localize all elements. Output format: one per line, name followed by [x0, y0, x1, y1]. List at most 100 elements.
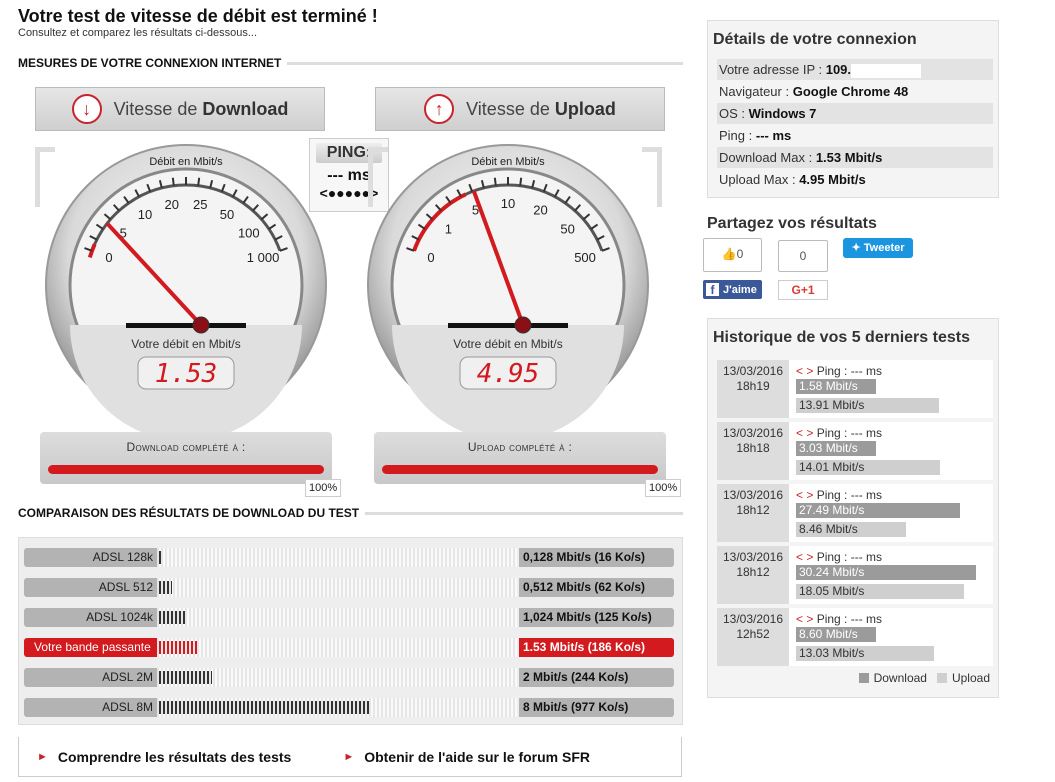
detail-value: --- ms — [755, 128, 792, 143]
arrow-down-icon: ↓ — [71, 94, 102, 124]
download-dial: 051020 25501001 000Débit en Mbit/sVotre d… — [45, 144, 327, 435]
comparison-value: 0,512 Mbit/s (62 Ko/s) — [519, 578, 674, 597]
comparison-value: 2 Mbit/s (244 Ko/s) — [519, 668, 674, 687]
dial-tick — [171, 177, 175, 186]
comparison-value: 8 Mbit/s (977 Ko/s) — [519, 698, 674, 717]
dial-tick-label: 1 — [445, 222, 452, 237]
download-progress-percent: 100% — [305, 479, 342, 497]
dial-tick-label: 50 — [220, 207, 234, 222]
facebook-like-button[interactable]: f J'aime — [703, 280, 762, 299]
dial-hub-bar — [448, 323, 568, 328]
dial-tick-label: 1 000 — [247, 250, 280, 265]
history-entry: 13/03/2016 18h12 < > Ping : --- ms 30.24 Mb… — [717, 546, 993, 604]
history-ping-text: Ping : --- ms — [816, 612, 883, 626]
upload-header: ↑ Vitesse de Upload — [375, 87, 665, 131]
comparison-track — [157, 638, 517, 657]
history-date-time: 18h12 — [736, 503, 770, 517]
history-ping-text: Ping : --- ms — [816, 488, 883, 502]
detail-value: Windows 7 — [748, 106, 817, 121]
ping-arrows-icon: < > — [796, 612, 814, 626]
comparison-track — [157, 578, 517, 597]
upload-label-bold: Upload — [554, 98, 616, 119]
history-legend: Download Upload — [849, 671, 990, 685]
history-ping: < > Ping : --- ms — [796, 488, 882, 502]
gplus-button[interactable]: G+1 — [778, 280, 828, 300]
gplus-count: 0 — [799, 249, 807, 263]
comparison-label: ADSL 128k — [24, 548, 157, 567]
detail-row: Votre adresse IP : 109. — [717, 59, 993, 80]
download-label-bold: Download — [202, 98, 289, 119]
detail-row: Navigateur : Google Chrome 48 — [717, 81, 993, 102]
history-ping: < > Ping : --- ms — [796, 426, 882, 440]
history-upload-bar: 14.01 Mbit/s — [796, 460, 940, 475]
history-download-bar: 8.60 Mbit/s — [796, 627, 876, 642]
forum-help-link[interactable]: Obtenir de l'aide sur le forum SFR — [364, 749, 590, 765]
chevron-right-icon: ► — [37, 750, 48, 763]
dial-tick — [493, 177, 497, 186]
upload-dial: 015 10 2050500Débit en Mbit/sVotre débit e… — [367, 144, 649, 435]
comparison-row: ADSL 128k 0,128 Mbit/s (16 Ko/s) — [24, 548, 674, 567]
understand-results-link[interactable]: Comprendre les résultats des tests — [58, 749, 291, 765]
chevron-right-icon: ► — [343, 750, 355, 763]
comparison-value: 1.53 Mbit/s (186 Ko/s) — [519, 638, 674, 657]
share-title: Partagez vos résultats — [707, 215, 877, 232]
dial-tick-label: 20 — [165, 197, 179, 212]
detail-label: OS : — [719, 106, 749, 121]
history-date: 13/03/2016 18h18 — [717, 422, 789, 480]
history-date-time: 12h52 — [736, 627, 770, 641]
history-date-day: 13/03/2016 — [722, 612, 784, 626]
like-count-box: 👍0 — [703, 238, 762, 272]
dial-needle-hub — [192, 316, 210, 334]
comparison-row: ADSL 1024k 1,024 Mbit/s (125 Ko/s) — [24, 608, 674, 627]
dial-tick-label: 100 — [238, 225, 260, 240]
history-entry: 13/03/2016 18h12 < > Ping : --- ms 27.49 Mb… — [717, 484, 993, 542]
download-header: ↓ Vitesse de Download — [35, 87, 325, 131]
ping-arrows-icon: < > — [796, 426, 814, 440]
dial-tick — [197, 177, 201, 186]
detail-label: Download Max : — [719, 150, 816, 165]
history-date: 13/03/2016 18h19 — [717, 360, 789, 418]
detail-value: 1.53 Mbit/s — [815, 150, 883, 165]
dial-hub-bar — [126, 323, 246, 328]
upload-label-prefix: Vitesse de — [466, 98, 550, 119]
page-title: Votre test de vitesse de débit est termi… — [18, 6, 378, 26]
dial-tick-label: 500 — [574, 250, 596, 265]
tweet-button[interactable]: ✦ Tweeter — [843, 238, 913, 258]
download-gauge-panel: ↓ Vitesse de Download 0 5 10 20 25 50 100 1 000 D… — [20, 87, 350, 484]
comparison-row: ADSL 512 0,512 Mbit/s (62 Ko/s) — [24, 578, 674, 597]
history-panel: Historique de vos 5 derniers tests 13/03… — [707, 318, 999, 698]
upload-progress-label: Upload complété à : — [467, 440, 573, 454]
dial-tick-label: 10 — [501, 196, 515, 211]
detail-value: Google Chrome 48 — [792, 84, 909, 99]
detail-row: Upload Max : 4.95 Mbit/s — [717, 169, 993, 190]
dial-needle-hub — [514, 316, 532, 334]
history-ping: < > Ping : --- ms — [796, 550, 882, 564]
history-upload-bar: 13.91 Mbit/s — [796, 398, 939, 413]
comparison-row: ADSL 8M 8 Mbit/s (977 Ko/s) — [24, 698, 674, 717]
comparison-track — [157, 548, 517, 567]
dial-caption: Votre débit en Mbit/s — [131, 337, 240, 351]
download-progress: Download complété à : — [40, 432, 332, 484]
detail-row: Ping : --- ms — [717, 125, 993, 146]
comparison-panel: ADSL 128k 0,128 Mbit/s (16 Ko/s) ADSL 512 0… — [18, 537, 683, 725]
comparison-label: ADSL 8M — [24, 698, 157, 717]
history-download-bar: 27.49 Mbit/s — [796, 503, 961, 518]
comparison-row: ADSL 2M 2 Mbit/s (244 Ko/s) — [24, 668, 674, 687]
comparison-fill — [159, 611, 186, 624]
history-date-day: 13/03/2016 — [722, 488, 784, 502]
download-progress-label: Download complété à : — [126, 440, 246, 454]
detail-label: Upload Max : — [719, 172, 800, 187]
measures-section-title: MESURES DE VOTRE CONNEXION INTERNET — [18, 56, 683, 70]
thumbs-up-icon: 👍 — [721, 247, 737, 261]
history-date: 13/03/2016 18h12 — [717, 484, 789, 542]
comparison-track — [157, 608, 517, 627]
upload-progress-percent: 100% — [645, 479, 682, 497]
ping-arrows-icon: < > — [796, 488, 814, 502]
dial-tick — [519, 177, 523, 186]
history-entry: 13/03/2016 18h19 < > Ping : --- ms 1.58 Mbi… — [717, 360, 993, 418]
ip-redaction — [851, 63, 922, 78]
page-subtitle: Consultez et comparez les résultats ci-d… — [18, 27, 258, 39]
history-date-time: 18h18 — [736, 441, 770, 455]
comparison-fill — [159, 671, 212, 684]
history-date-day: 13/03/2016 — [722, 426, 784, 440]
